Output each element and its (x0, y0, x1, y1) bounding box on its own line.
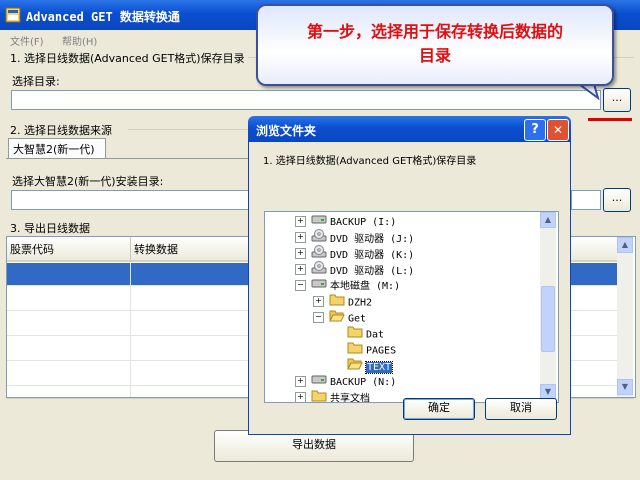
ok-button[interactable]: 确定 (403, 398, 475, 420)
cancel-button[interactable]: 取消 (485, 398, 557, 420)
save-dir-browse-button[interactable]: ... (603, 88, 631, 112)
dialog-prompt: 1. 选择日线数据(Advanced GET格式)保存目录 (263, 156, 477, 167)
tree-expander-icon[interactable]: + (313, 296, 324, 307)
dialog-title: 浏览文件夹 (256, 124, 317, 138)
tree-expander-icon[interactable]: − (313, 312, 324, 323)
callout-line1: 第一步，选择用于保存转换后数据的 (306, 22, 563, 41)
tree-item-label: DZH2 (348, 297, 373, 309)
list-scrollbar[interactable]: ▲ ▼ (617, 237, 633, 397)
tree-scroll-up-icon[interactable]: ▲ (540, 212, 556, 228)
tree-item[interactable]: TEXT (347, 357, 394, 374)
section3-title: 3. 导出日线数据 (10, 222, 90, 235)
tree-item-label: DVD 驱动器 (L:) (330, 266, 415, 277)
tree-item-label: DVD 驱动器 (K:) (330, 250, 415, 261)
tab-dzh2[interactable]: 大智慧2(新一代) (8, 138, 106, 159)
callout-box: 第一步，选择用于保存转换后数据的 目录 (256, 4, 614, 86)
drive-icon (311, 277, 327, 295)
tree-expander-icon[interactable]: + (295, 232, 306, 243)
folder-icon (311, 389, 327, 402)
tab-dzh2-label: 大智慧2(新一代) (13, 143, 95, 156)
save-dir-label: 选择目录: (12, 75, 60, 88)
tree-expander-icon[interactable]: + (295, 376, 306, 387)
tab-panel-border (6, 158, 250, 159)
tree-item-label: PAGES (366, 345, 397, 357)
tree-item-label: TEXT (364, 360, 394, 374)
tree-item[interactable]: 共享文档 (311, 389, 370, 403)
tree-item[interactable]: DVD 驱动器 (J:) (311, 229, 414, 245)
tree-scroll-thumb[interactable] (541, 286, 555, 352)
tree-expander-icon[interactable]: + (295, 264, 306, 275)
close-icon[interactable]: ✕ (547, 119, 569, 141)
tree-item-label: 共享文档 (330, 393, 370, 403)
section1-title: 1. 选择日线数据(Advanced GET格式)保存目录 (10, 52, 245, 65)
install-dir-input-end[interactable] (571, 190, 601, 210)
tree-item[interactable]: 本地磁盘 (M:) (311, 277, 400, 293)
tree-item[interactable]: DZH2 (329, 293, 372, 309)
scroll-down-arrow-icon[interactable]: ▼ (617, 379, 633, 395)
tree-item-label: Dat (366, 329, 385, 341)
tree-item[interactable]: BACKUP (N:) (311, 373, 396, 389)
scroll-up-arrow-icon[interactable]: ▲ (617, 237, 633, 253)
column-header-convert-label: 转换数据 (134, 243, 178, 256)
tree-expander-icon[interactable]: + (295, 216, 306, 227)
install-dir-input[interactable] (11, 190, 251, 210)
tree-item-label: 本地磁盘 (M:) (330, 281, 401, 292)
tree-item[interactable]: Dat (347, 325, 384, 341)
folder-open-icon (329, 309, 345, 328)
dialog-titlebar: 浏览文件夹 ? ✕ (248, 116, 571, 142)
dialog-body: 1. 选择日线数据(Advanced GET格式)保存目录 ▲ ▼ + BACKU… (248, 142, 571, 435)
help-question-icon[interactable]: ? (524, 119, 546, 141)
menu-file[interactable]: 文件(F) (10, 33, 44, 48)
install-dir-browse-button[interactable]: ... (603, 188, 631, 212)
browse-folder-dialog: 浏览文件夹 ? ✕ 1. 选择日线数据(Advanced GET格式)保存目录 … (248, 116, 571, 436)
folder-tree[interactable]: ▲ ▼ + BACKUP (I:) + DVD 驱动器 (J:) + DVD 驱动器 (K… (264, 211, 559, 403)
tree-item[interactable]: BACKUP (I:) (311, 213, 396, 229)
section2-title: 2. 选择日线数据来源 (10, 124, 112, 137)
tree-item[interactable]: DVD 驱动器 (L:) (311, 261, 414, 277)
tree-scrollbar[interactable]: ▲ ▼ (540, 212, 556, 400)
tree-item[interactable]: DVD 驱动器 (K:) (311, 245, 414, 261)
column-divider (130, 263, 131, 397)
install-dir-label: 选择大智慧2(新一代)安装目录: (12, 175, 164, 188)
tree-item-label: BACKUP (N:) (330, 377, 397, 388)
tree-expander-icon[interactable]: + (295, 248, 306, 259)
tree-item[interactable]: PAGES (347, 341, 396, 357)
red-underline-marker (588, 118, 632, 121)
window-title: Advanced GET 数据转换通 (26, 10, 180, 24)
section2-divider (128, 129, 250, 130)
app-icon (5, 7, 21, 23)
save-dir-input[interactable] (11, 90, 601, 110)
column-header-code[interactable]: 股票代码 (7, 237, 131, 262)
tree-item-label: BACKUP (I:) (330, 217, 397, 228)
tree-item-label: Get (348, 313, 367, 325)
tree-item[interactable]: Get (329, 309, 366, 325)
callout-line2: 目录 (418, 46, 451, 65)
column-header-code-label: 股票代码 (10, 243, 54, 256)
tree-expander-icon[interactable]: − (295, 280, 306, 291)
menu-help[interactable]: 帮助(H) (62, 33, 97, 48)
tree-expander-icon[interactable]: + (295, 392, 306, 402)
tree-item-label: DVD 驱动器 (J:) (330, 234, 415, 245)
